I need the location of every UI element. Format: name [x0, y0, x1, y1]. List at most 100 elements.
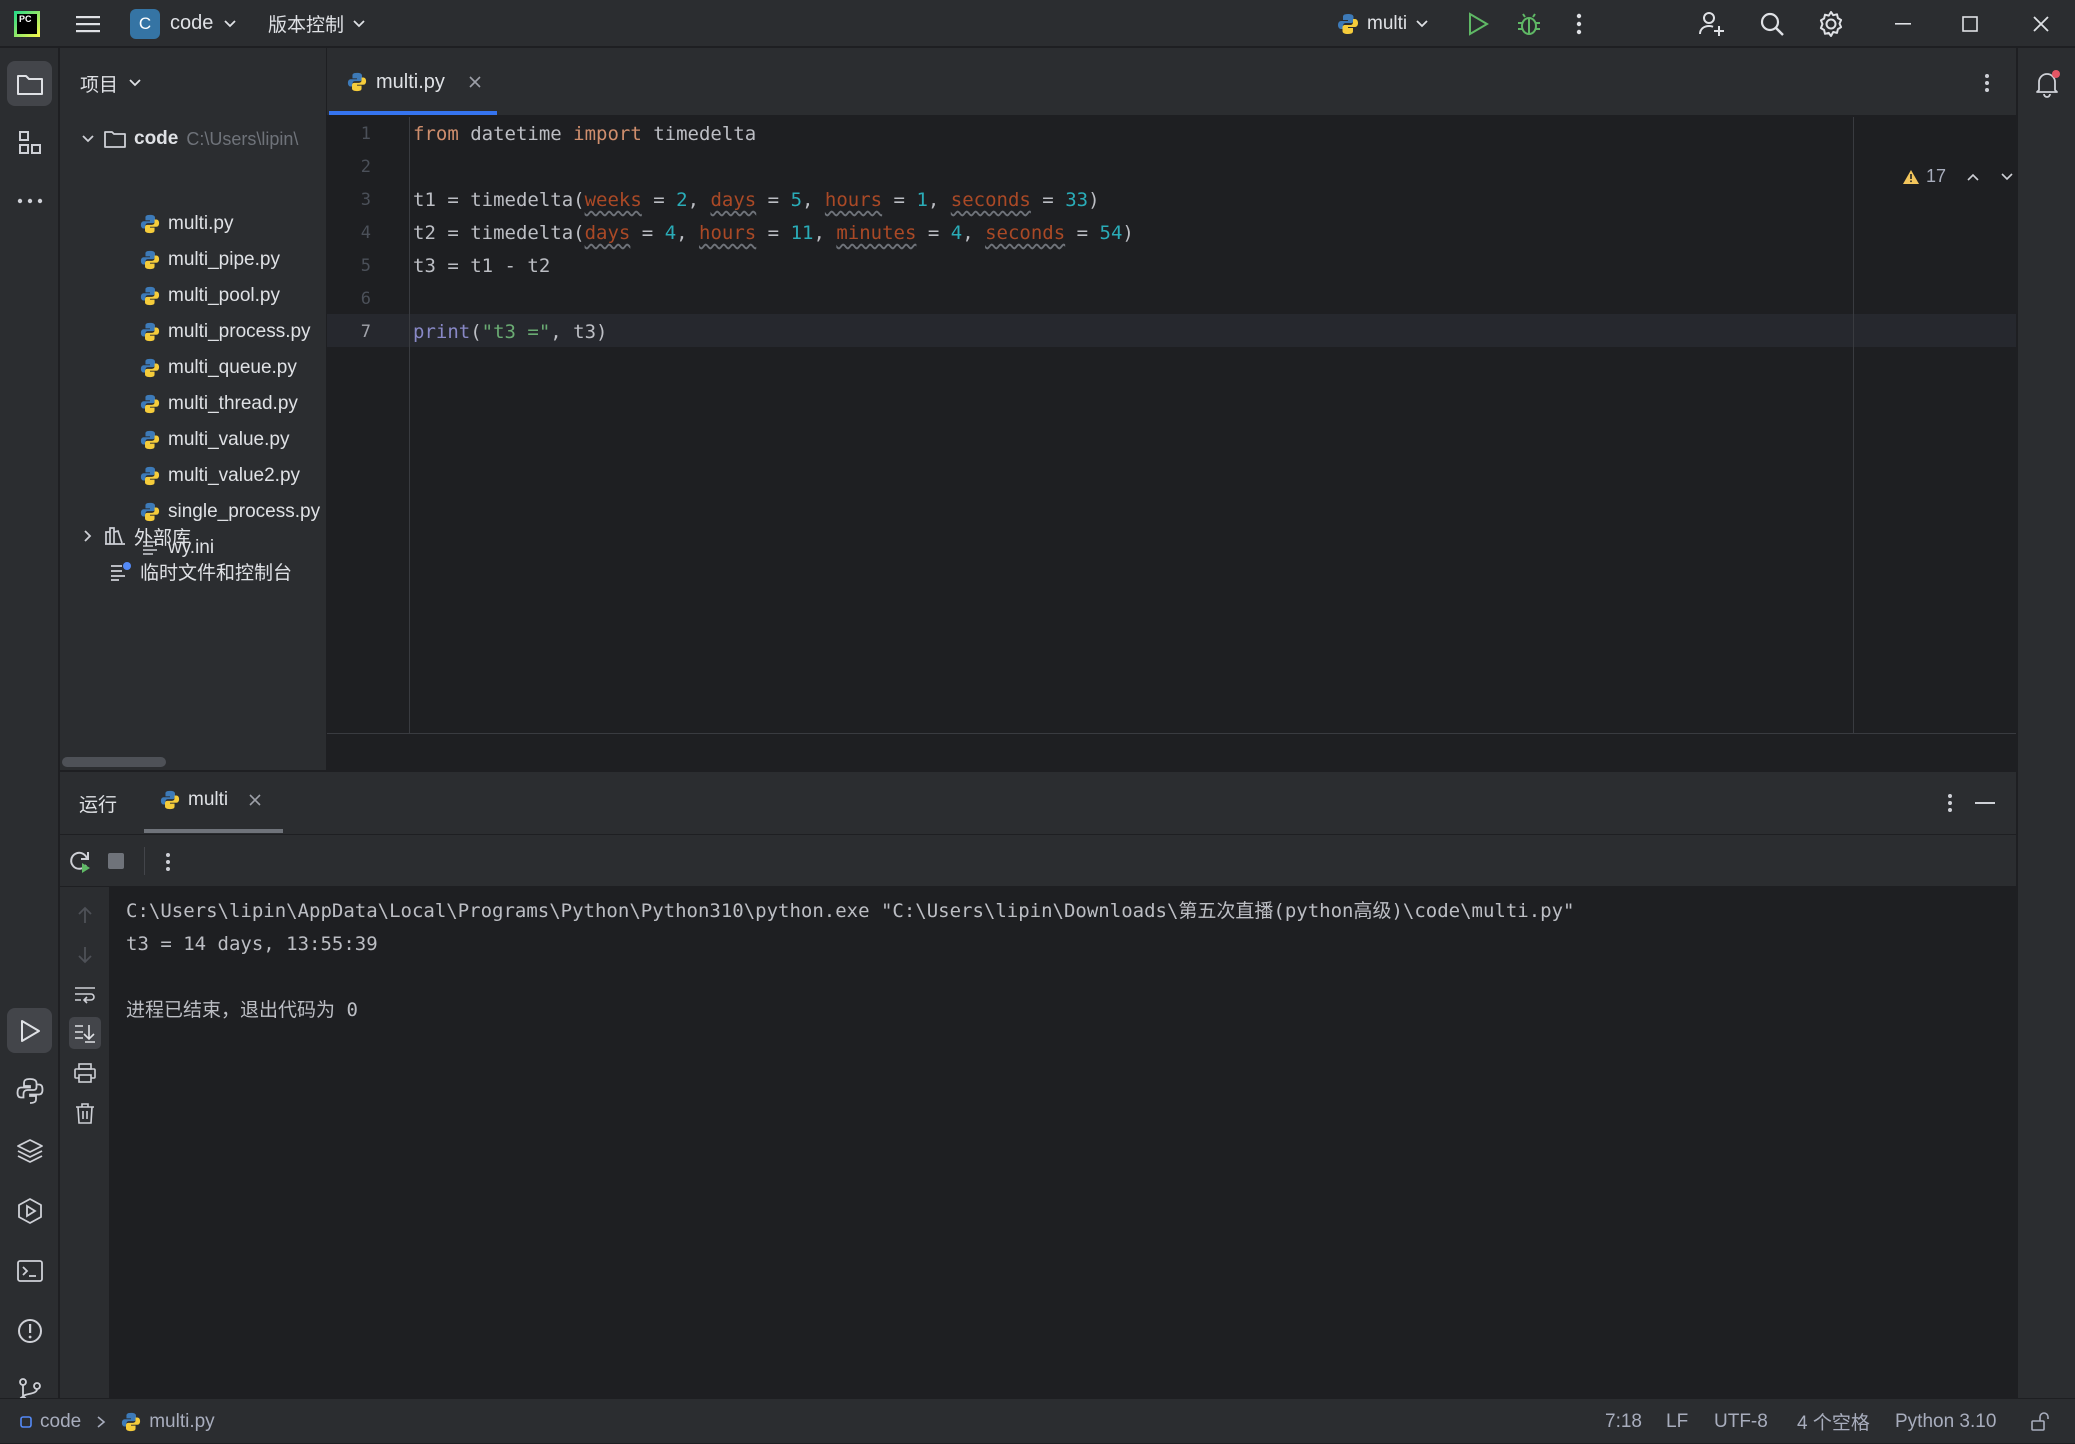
project-tool-folder-icon[interactable] [7, 61, 52, 106]
warning-count: 17 [1926, 166, 1947, 186]
tab-multi-py[interactable]: multi.py [327, 48, 497, 116]
code-line[interactable]: print("t3 =", t3) [413, 316, 608, 349]
vcs-menu[interactable]: 版本控制 [268, 0, 366, 47]
run-tab-multi[interactable]: multi [160, 772, 262, 828]
problems-icon[interactable] [7, 1308, 52, 1353]
run-more-icon[interactable] [160, 851, 176, 873]
code-line[interactable]: t3 = t1 - t2 [413, 250, 550, 283]
hide-panel-icon[interactable] [1974, 792, 1996, 814]
code-token: seconds [985, 222, 1066, 244]
more-vertical-icon[interactable] [1568, 0, 1590, 47]
caret-position[interactable]: 7:18 [1605, 1399, 1642, 1444]
pycharm-logo[interactable]: PC [14, 0, 40, 47]
file-item[interactable]: multi_queue.py [140, 351, 297, 385]
file-item[interactable]: multi_process.py [140, 315, 311, 349]
print-icon[interactable] [72, 1060, 98, 1086]
python-file-icon [140, 286, 160, 306]
python-file-icon [140, 394, 160, 414]
notifications-bell-icon[interactable] [2024, 61, 2069, 106]
chevron-down-icon[interactable] [2000, 172, 2014, 182]
run-panel-title: 运行 [79, 795, 118, 816]
code-token: 5 [790, 189, 803, 211]
status-bar: code multi.py 7:18 LF UTF-8 4 个空格 Python… [0, 1398, 2075, 1443]
soft-wrap-icon[interactable] [72, 982, 98, 1008]
close-tab-icon[interactable] [468, 75, 482, 89]
lock-icon[interactable] [2030, 1399, 2050, 1444]
breadcrumb-root[interactable]: code [40, 1411, 81, 1433]
minimize-icon[interactable] [1888, 0, 1918, 47]
code-line[interactable]: t1 = timedelta(weeks = 2, days = 5, hour… [413, 184, 1100, 217]
horizontal-scrollbar[interactable] [62, 757, 166, 767]
code-token: import [573, 123, 642, 145]
chevron-up-icon[interactable] [1966, 172, 1980, 182]
code-token: ) [1122, 222, 1134, 244]
scroll-to-end-icon[interactable] [69, 1017, 101, 1049]
code-token: t2 = timedelta( [413, 222, 585, 244]
settings-gear-icon[interactable] [1815, 0, 1847, 47]
breadcrumb: code multi.py [20, 1399, 215, 1444]
code-token: print [413, 321, 471, 343]
inspection-widget[interactable]: 17 [1902, 166, 2014, 187]
left-tool-strip [0, 48, 59, 1404]
file-item[interactable]: multi_pipe.py [140, 243, 280, 277]
add-user-icon[interactable] [1696, 0, 1728, 47]
project-panel-header[interactable]: 项目 [80, 66, 142, 100]
tree-root-code[interactable]: code C:\Users\lipin\ [80, 122, 298, 156]
chevron-down-icon [129, 79, 141, 87]
editor-more-icon[interactable] [1977, 72, 1997, 94]
services-icon[interactable] [7, 1188, 52, 1233]
tree-external-libraries[interactable]: 外部库 [80, 519, 191, 553]
toolbar-divider [144, 847, 145, 875]
file-name: multi_process.py [168, 321, 311, 342]
file-item[interactable]: multi_value2.py [140, 459, 300, 493]
run-icon[interactable] [1463, 0, 1493, 47]
code-token: days [584, 222, 631, 244]
library-icon [105, 527, 125, 545]
python-console-icon[interactable] [7, 1068, 52, 1113]
close-window-icon[interactable] [2026, 0, 2056, 47]
scroll-up-icon[interactable] [72, 902, 98, 928]
more-tools-icon[interactable] [7, 178, 52, 223]
breadcrumb-file[interactable]: multi.py [149, 1411, 214, 1433]
run-config-selector[interactable]: multi [1337, 0, 1429, 47]
run-panel-more-icon[interactable] [1940, 792, 1960, 814]
console-output[interactable]: C:\Users\lipin\AppData\Local\Programs\Py… [109, 887, 2016, 1399]
layers-packages-icon[interactable] [7, 1128, 52, 1173]
file-item[interactable]: multi.py [140, 207, 233, 241]
python-file-icon [140, 466, 160, 486]
project-selector[interactable]: C code [130, 0, 237, 47]
line-number: 7 [360, 322, 371, 342]
code-token: 4 [950, 222, 963, 244]
stop-icon[interactable] [106, 851, 126, 871]
code-line[interactable]: from datetime import timedelta [413, 118, 756, 151]
file-item[interactable]: multi_value.py [140, 423, 289, 457]
scroll-down-icon[interactable] [72, 942, 98, 968]
rerun-icon[interactable] [68, 849, 92, 873]
file-item[interactable]: multi_thread.py [140, 387, 298, 421]
search-icon[interactable] [1756, 0, 1788, 47]
file-encoding[interactable]: UTF-8 [1714, 1399, 1768, 1444]
run-config-label: multi [1367, 12, 1408, 34]
close-tab-icon[interactable] [248, 793, 262, 807]
python-file-icon [140, 250, 160, 270]
tree-scratches-consoles[interactable]: 临时文件和控制台 [110, 554, 292, 588]
line-separator[interactable]: LF [1666, 1399, 1688, 1444]
structure-icon[interactable] [7, 120, 52, 165]
code-line[interactable]: t2 = timedelta(days = 4, hours = 11, min… [413, 217, 1134, 250]
file-item[interactable]: multi_pool.py [140, 279, 280, 313]
code-token: , [687, 189, 711, 211]
python-interpreter[interactable]: Python 3.10 [1895, 1399, 1996, 1444]
maximize-icon[interactable] [1955, 0, 1985, 47]
external-libraries-label: 外部库 [134, 527, 192, 549]
active-tab-indicator [329, 111, 497, 115]
code-token: = [756, 189, 791, 211]
editor-area: multi.py 1 from datetime import timedelta… [327, 48, 2016, 770]
editor-bottom-border [327, 733, 2016, 734]
indent-setting[interactable]: 4 个空格 [1797, 1399, 1870, 1444]
run-tool-icon[interactable] [7, 1008, 52, 1053]
terminal-icon[interactable] [7, 1248, 52, 1293]
project-badge: C [130, 8, 160, 39]
hamburger-icon[interactable] [72, 0, 104, 47]
clear-trash-icon[interactable] [72, 1100, 98, 1126]
debug-icon[interactable] [1514, 0, 1544, 47]
